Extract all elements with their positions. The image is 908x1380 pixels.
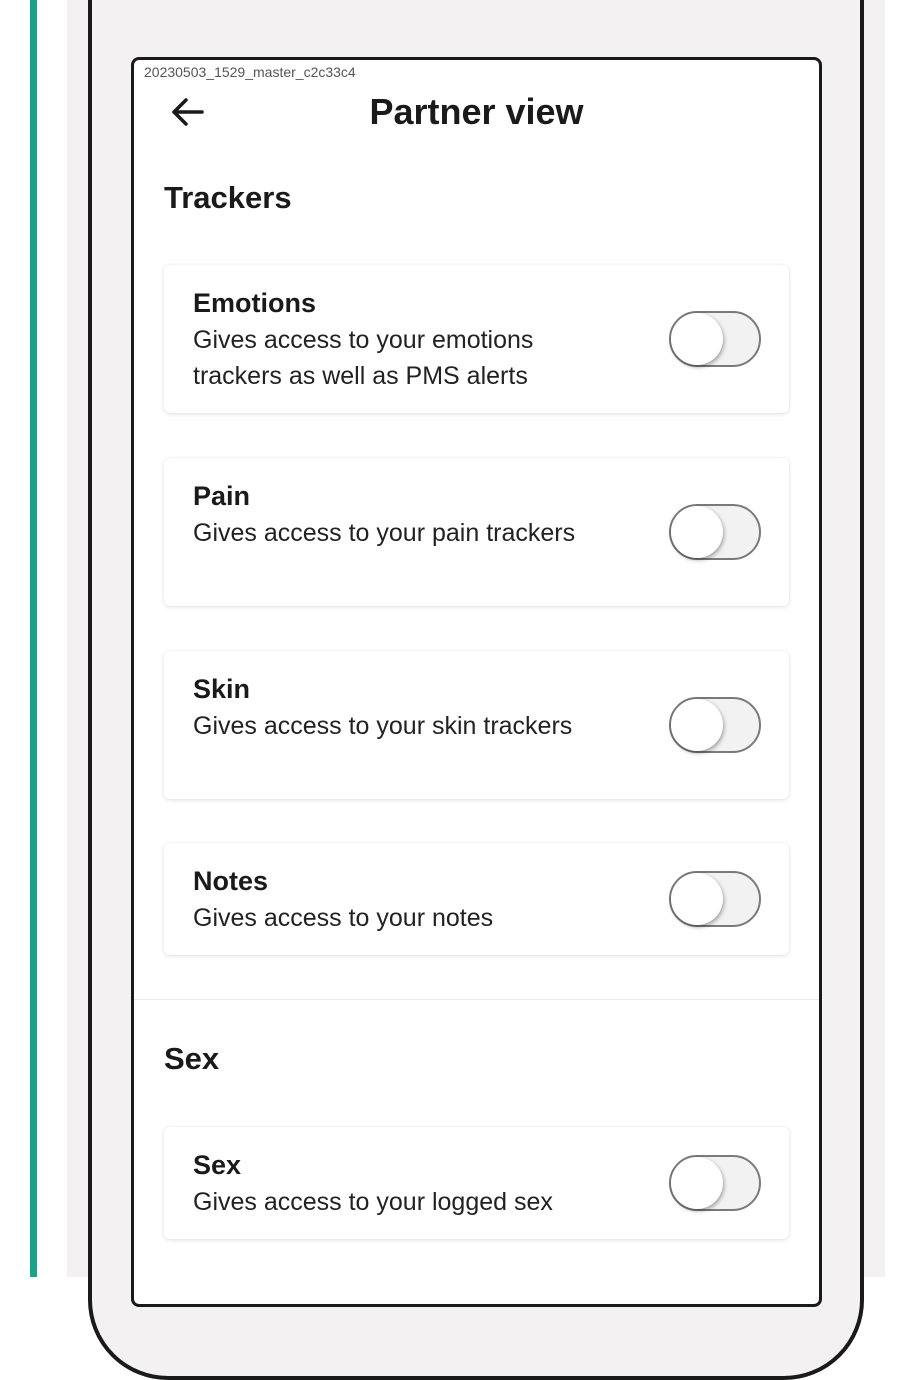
- card-description: Gives access to your pain trackers: [193, 519, 576, 547]
- card-title: Pain: [193, 481, 251, 511]
- emotions-toggle[interactable]: [669, 311, 761, 367]
- build-tag: 20230503_1529_master_c2c33c4: [144, 64, 356, 80]
- toggle-knob: [671, 313, 723, 365]
- card-title: Emotions: [193, 288, 317, 318]
- card-description: Gives access to your logged sex: [193, 1188, 553, 1216]
- app-screen: 20230503_1529_master_c2c33c4 Partner vie…: [131, 57, 822, 1307]
- card-title: Skin: [193, 674, 251, 704]
- card-description: Gives access to your emotions trackers a…: [193, 326, 534, 390]
- skin-toggle[interactable]: [669, 697, 761, 753]
- card-title: Notes: [193, 866, 269, 896]
- section-title-sex: Sex: [164, 1041, 220, 1076]
- card-description: Gives access to your notes: [193, 904, 494, 932]
- toggle-knob: [671, 873, 723, 925]
- tracker-card-skin: Skin Gives access to your skin trackers: [164, 651, 789, 799]
- page-title: Partner view: [369, 91, 584, 132]
- accent-bar: [30, 0, 37, 1277]
- notes-toggle[interactable]: [669, 871, 761, 927]
- card-description: Gives access to your skin trackers: [193, 712, 573, 740]
- toggle-knob: [671, 699, 723, 751]
- tracker-card-sex: Sex Gives access to your logged sex: [164, 1127, 789, 1239]
- tracker-card-emotions: Emotions Gives access to your emotions t…: [164, 265, 789, 413]
- section-title-trackers: Trackers: [164, 180, 292, 215]
- toggle-knob: [671, 506, 723, 558]
- pain-toggle[interactable]: [669, 504, 761, 560]
- card-title: Sex: [193, 1150, 242, 1180]
- tracker-card-notes: Notes Gives access to your notes: [164, 843, 789, 955]
- section-divider: [134, 999, 819, 1000]
- tracker-card-pain: Pain Gives access to your pain trackers: [164, 458, 789, 606]
- toggle-knob: [671, 1157, 723, 1209]
- sex-toggle[interactable]: [669, 1155, 761, 1211]
